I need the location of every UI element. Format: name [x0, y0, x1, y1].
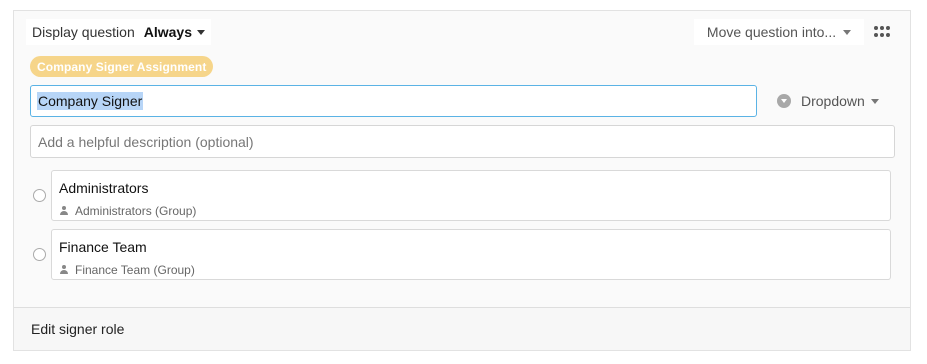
chevron-down-icon [196, 29, 205, 35]
person-icon [59, 206, 69, 216]
option-row: Finance Team Finance Team (Group) [30, 229, 892, 280]
option-name: Administrators [59, 180, 149, 196]
option-meta-text: Administrators (Group) [75, 204, 197, 218]
question-title-input[interactable]: Company Signer [30, 85, 757, 117]
option-card[interactable]: Administrators Administrators (Group) [51, 170, 891, 221]
option-radio[interactable] [33, 189, 46, 202]
move-question-button[interactable]: Move question into... [694, 19, 864, 45]
question-card: Display question Always Move question in… [13, 10, 911, 351]
description-placeholder: Add a helpful description (optional) [38, 133, 254, 150]
option-card[interactable]: Finance Team Finance Team (Group) [51, 229, 891, 280]
question-type-label: Dropdown [801, 93, 865, 109]
option-meta: Finance Team (Group) [59, 263, 195, 277]
option-radio[interactable] [33, 248, 46, 261]
option-row: Administrators Administrators (Group) [30, 170, 892, 221]
chevron-down-icon [843, 29, 852, 35]
display-condition-value[interactable]: Always [144, 24, 192, 40]
badge-label: Company Signer Assignment [37, 59, 207, 74]
option-meta-text: Finance Team (Group) [75, 263, 195, 277]
display-question-label: Display question [32, 24, 135, 40]
question-footer: Edit signer role [14, 307, 910, 350]
question-title-value[interactable]: Company Signer [37, 92, 144, 110]
option-name: Finance Team [59, 239, 147, 255]
move-question-label: Move question into... [706, 24, 837, 40]
question-toolbar: Display question Always Move question in… [14, 11, 910, 55]
option-meta: Administrators (Group) [59, 204, 196, 218]
chevron-down-icon [870, 98, 879, 104]
display-question-control[interactable]: Display question Always [26, 19, 211, 45]
question-description-input[interactable]: Add a helpful description (optional) [30, 125, 895, 158]
question-type-select[interactable]: Dropdown [777, 88, 887, 114]
dropdown-circle-icon [777, 94, 791, 108]
drag-grip-icon[interactable] [874, 26, 890, 38]
edit-signer-role-link[interactable]: Edit signer role [31, 321, 124, 337]
person-icon [59, 265, 69, 275]
question-tag-badge: Company Signer Assignment [30, 56, 214, 77]
